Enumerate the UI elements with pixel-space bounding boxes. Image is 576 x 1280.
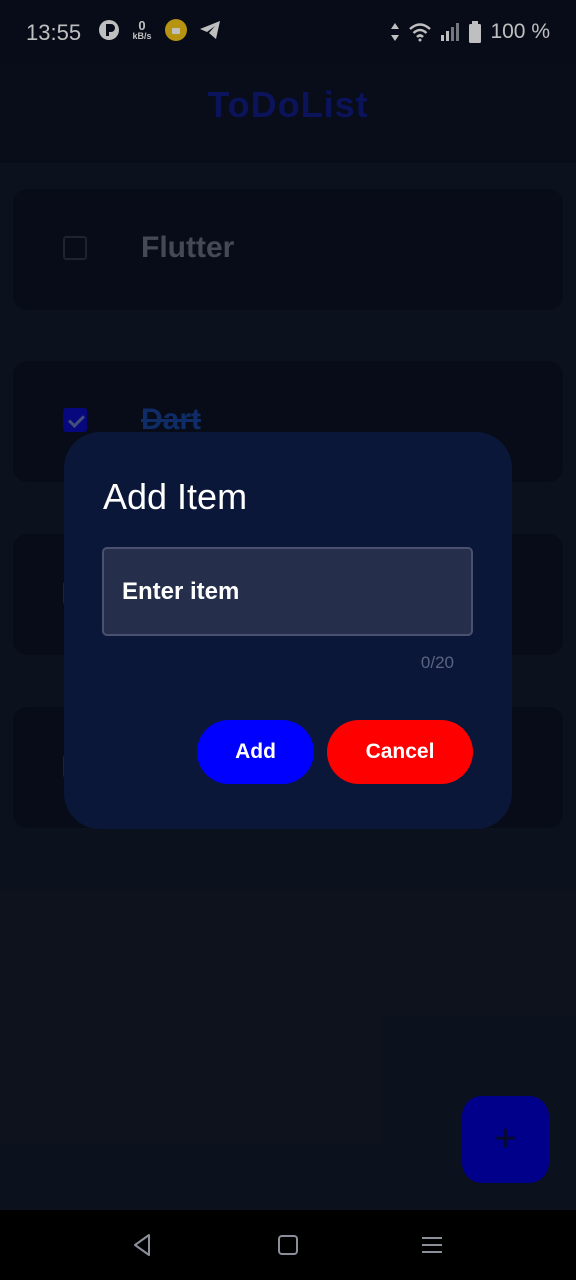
dialog-title: Add Item	[103, 476, 248, 517]
home-icon[interactable]	[273, 1230, 303, 1260]
navigation-bar	[0, 1210, 576, 1280]
add-item-dialog: Add Item 0/20 Add Cancel	[64, 432, 512, 829]
char-counter: 0/20	[420, 653, 454, 672]
menu-icon[interactable]	[417, 1230, 447, 1260]
cancel-button[interactable]: Cancel	[327, 720, 473, 784]
item-input[interactable]	[102, 547, 473, 636]
add-button[interactable]: Add	[197, 720, 314, 784]
back-icon[interactable]	[128, 1230, 158, 1260]
